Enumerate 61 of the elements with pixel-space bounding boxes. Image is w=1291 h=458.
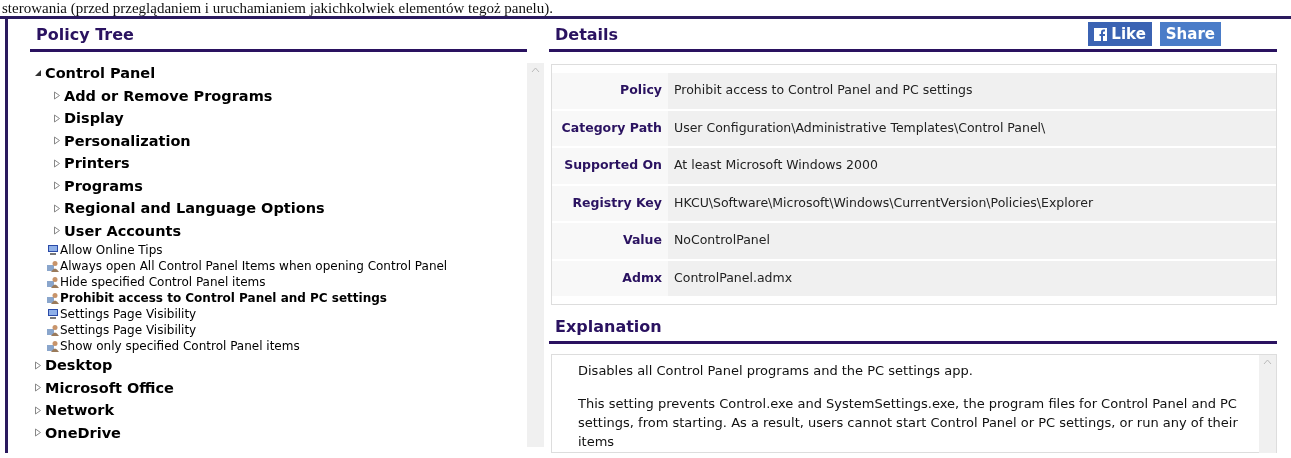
policy-item[interactable]: Show only specified Control Panel items bbox=[60, 339, 300, 353]
field-label: Registry Key bbox=[552, 185, 668, 221]
policy-item[interactable]: Settings Page Visibility bbox=[60, 307, 197, 321]
scrollbar[interactable] bbox=[527, 63, 544, 447]
field-label: Value bbox=[552, 223, 668, 259]
category-item[interactable]: User Accounts bbox=[64, 222, 182, 239]
collapsed-arrow-icon[interactable] bbox=[53, 181, 61, 191]
collapsed-arrow-icon[interactable] bbox=[53, 136, 61, 146]
scrollbar[interactable] bbox=[1259, 355, 1276, 453]
field-value: Prohibit access to Control Panel and PC settings bbox=[668, 73, 1276, 109]
computer-icon bbox=[47, 244, 59, 256]
collapsed-arrow-icon[interactable] bbox=[34, 428, 42, 438]
user-icon bbox=[47, 340, 59, 352]
collapsed-arrow-icon[interactable] bbox=[34, 360, 42, 370]
collapsed-arrow-icon[interactable] bbox=[53, 113, 61, 123]
category-item[interactable]: Programs bbox=[64, 177, 143, 194]
category-item[interactable]: Printers bbox=[64, 155, 130, 172]
user-icon bbox=[47, 324, 59, 336]
explanation-text: This setting prevents Control.exe and SystemSettings.exe, the program files for Control Panel and PC settings, from starting. As a result, users cannot start Control Panel or PC settings, or run any of their items bbox=[578, 395, 1239, 451]
user-icon bbox=[47, 260, 59, 272]
policy-item[interactable]: Hide specified Control Panel items bbox=[60, 275, 266, 289]
section-title: Details bbox=[555, 24, 619, 44]
like-button[interactable]: Like bbox=[1088, 22, 1152, 46]
section-title: Explanation bbox=[555, 316, 662, 336]
field-label: Supported On bbox=[552, 148, 668, 184]
collapsed-arrow-icon[interactable] bbox=[34, 383, 42, 393]
field-value: At least Microsoft Windows 2000 bbox=[668, 148, 1276, 184]
category-item[interactable]: Network bbox=[45, 402, 115, 419]
facebook-icon bbox=[1094, 27, 1108, 41]
collapsed-arrow-icon[interactable] bbox=[53, 158, 61, 168]
policy-item[interactable]: Settings Page Visibility bbox=[60, 323, 197, 337]
category-item[interactable]: Desktop bbox=[45, 357, 113, 374]
field-value: User Configuration\Administrative Templates\Control Panel\ bbox=[668, 110, 1276, 146]
article-text: sterowania (przed przeglądaniem i uruchamianiem jakichkolwiek elementów tegoż panelu). bbox=[0, 0, 1291, 19]
collapsed-arrow-icon[interactable] bbox=[34, 405, 42, 415]
collapsed-arrow-icon[interactable] bbox=[53, 203, 61, 213]
category-item[interactable]: OneDrive bbox=[45, 424, 121, 441]
policy-item[interactable]: Allow Online Tips bbox=[60, 243, 163, 257]
collapsed-arrow-icon[interactable] bbox=[53, 91, 61, 101]
field-label: Policy bbox=[552, 73, 668, 109]
computer-icon bbox=[47, 308, 59, 320]
expanded-arrow-icon[interactable] bbox=[34, 69, 42, 78]
category-item[interactable]: Regional and Language Options bbox=[64, 200, 325, 217]
policy-item[interactable]: Prohibit access to Control Panel and PC settings bbox=[60, 291, 387, 305]
policy-item[interactable]: Always open All Control Panel Items when opening Control Panel bbox=[60, 259, 448, 273]
category-item[interactable]: Control Panel bbox=[45, 65, 156, 82]
field-value: ControlPanel.admx bbox=[668, 260, 1276, 296]
category-item[interactable]: Add or Remove Programs bbox=[64, 87, 273, 104]
field-value: HKCU\Software\Microsoft\Windows\CurrentVersion\Policies\Explorer bbox=[668, 185, 1276, 221]
field-value: NoControlPanel bbox=[668, 223, 1276, 259]
section-title: Policy Tree bbox=[36, 24, 134, 44]
field-label: Category Path bbox=[552, 110, 668, 146]
category-item[interactable]: Microsoft Office bbox=[45, 379, 174, 396]
user-icon bbox=[47, 292, 59, 304]
field-label: Admx bbox=[552, 260, 668, 296]
explanation-text: Disables all Control Panel programs and the PC settings app. bbox=[578, 362, 974, 380]
collapsed-arrow-icon[interactable] bbox=[53, 226, 61, 236]
category-item[interactable]: Personalization bbox=[64, 132, 191, 149]
user-icon bbox=[47, 276, 59, 288]
share-button[interactable]: Share bbox=[1159, 22, 1221, 46]
category-item[interactable]: Display bbox=[64, 110, 124, 127]
